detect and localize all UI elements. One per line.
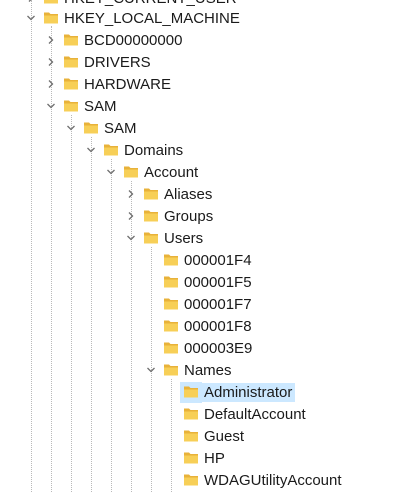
folder-icon: [183, 406, 199, 421]
tree-node-label[interactable]: 000001F4: [181, 251, 255, 270]
tree-node-label[interactable]: Aliases: [161, 185, 215, 204]
chevron-right-icon[interactable]: [124, 185, 138, 203]
tree-node-label[interactable]: HARDWARE: [81, 75, 174, 94]
folder-icon: [63, 54, 79, 69]
tree-node[interactable]: Guest: [0, 425, 413, 447]
tree-node-label[interactable]: DefaultAccount: [201, 405, 309, 424]
tree-node-label[interactable]: Users: [161, 229, 206, 248]
tree-node-label[interactable]: DRIVERS: [81, 53, 154, 72]
folder-icon: [103, 142, 119, 157]
folder-icon: [163, 252, 179, 267]
chevron-right-icon[interactable]: [124, 207, 138, 225]
tree-node-label[interactable]: BCD00000000: [81, 31, 185, 50]
folder-icon: [143, 230, 159, 245]
folder-icon: [63, 32, 79, 47]
tree-node[interactable]: Users: [0, 227, 413, 249]
tree-node-label[interactable]: SAM: [101, 119, 140, 138]
chevron-right-icon[interactable]: [44, 53, 58, 71]
tree-node-label[interactable]: 000003E9: [181, 339, 255, 358]
folder-icon: [163, 274, 179, 289]
tree-node[interactable]: DefaultAccount: [0, 403, 413, 425]
tree-node[interactable]: 000001F8: [0, 315, 413, 337]
tree-node-label[interactable]: Administrator: [201, 383, 296, 402]
tree-node-label[interactable]: SAM: [81, 97, 120, 116]
tree-node-label[interactable]: WDAGUtilityAccount: [201, 471, 345, 490]
chevron-right-icon[interactable]: [24, 0, 38, 7]
chevron-down-icon[interactable]: [44, 97, 58, 115]
tree-node[interactable]: Names: [0, 359, 413, 381]
tree-node-label[interactable]: Account: [141, 163, 201, 182]
folder-icon: [183, 472, 199, 487]
tree-node-label[interactable]: HP: [201, 449, 228, 468]
folder-icon: [43, 10, 59, 25]
tree-node[interactable]: SAM: [0, 117, 413, 139]
tree-node-label[interactable]: 000001F8: [181, 317, 255, 336]
folder-icon: [163, 318, 179, 333]
tree-node-label[interactable]: 000001F7: [181, 295, 255, 314]
tree-node-hklm[interactable]: HKEY_LOCAL_MACHINE: [0, 7, 413, 29]
folder-icon: [43, 0, 59, 5]
tree-node[interactable]: SAM: [0, 95, 413, 117]
tree-node[interactable]: Domains: [0, 139, 413, 161]
folder-icon: [63, 76, 79, 91]
chevron-right-icon[interactable]: [44, 31, 58, 49]
folder-icon: [163, 340, 179, 355]
tree-node[interactable]: DRIVERS: [0, 51, 413, 73]
folder-icon: [183, 428, 199, 443]
tree-node-label[interactable]: Groups: [161, 207, 216, 226]
folder-icon: [163, 296, 179, 311]
chevron-right-icon[interactable]: [44, 75, 58, 93]
tree-node[interactable]: WDAGUtilityAccount: [0, 469, 413, 491]
tree-node[interactable]: Groups: [0, 205, 413, 227]
folder-icon: [143, 208, 159, 223]
folder-icon: [83, 120, 99, 135]
tree-node-label[interactable]: Guest: [201, 427, 247, 446]
tree-node-label[interactable]: Domains: [121, 141, 186, 160]
tree-node[interactable]: Account: [0, 161, 413, 183]
chevron-down-icon[interactable]: [104, 163, 118, 181]
tree-node[interactable]: 000001F5: [0, 271, 413, 293]
tree-node[interactable]: BCD00000000: [0, 29, 413, 51]
tree-node[interactable]: Administrator: [0, 381, 413, 403]
tree-node[interactable]: HP: [0, 447, 413, 469]
registry-tree-view[interactable]: HKEY_CURRENT_USER HKEY_LOCAL_MACHINE BCD…: [0, 0, 413, 492]
tree-node[interactable]: HARDWARE: [0, 73, 413, 95]
tree-node-label[interactable]: Names: [181, 361, 235, 380]
chevron-down-icon[interactable]: [84, 141, 98, 159]
tree-node-label[interactable]: HKEY_LOCAL_MACHINE: [61, 9, 243, 28]
tree-node[interactable]: 000001F4: [0, 249, 413, 271]
tree-node[interactable]: 000001F7: [0, 293, 413, 315]
tree-node[interactable]: Aliases: [0, 183, 413, 205]
folder-icon: [183, 384, 199, 399]
chevron-down-icon[interactable]: [124, 229, 138, 247]
folder-icon: [143, 186, 159, 201]
chevron-down-icon[interactable]: [64, 119, 78, 137]
folder-icon: [183, 450, 199, 465]
chevron-down-icon[interactable]: [24, 9, 38, 27]
chevron-down-icon[interactable]: [144, 361, 158, 379]
folder-icon: [63, 98, 79, 113]
tree-node-label[interactable]: 000001F5: [181, 273, 255, 292]
folder-icon: [123, 164, 139, 179]
folder-icon: [163, 362, 179, 377]
tree-node[interactable]: 000003E9: [0, 337, 413, 359]
